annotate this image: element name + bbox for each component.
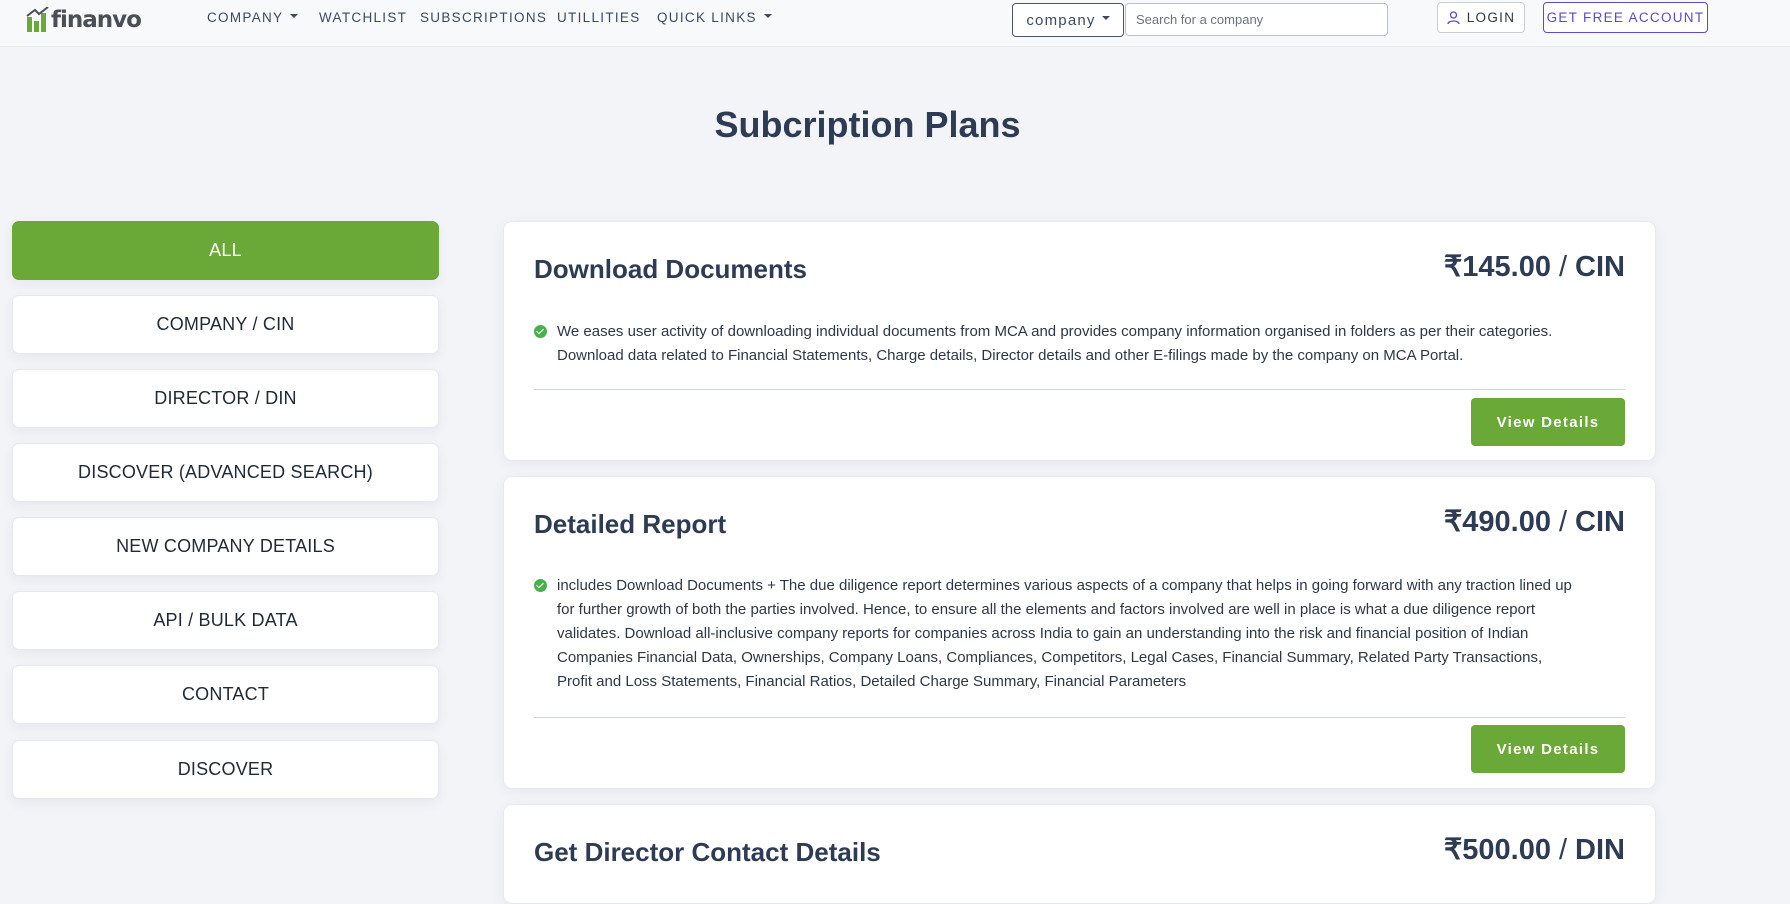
search-type-dropdown[interactable]: company — [1012, 3, 1124, 37]
view-details-button[interactable]: View Details — [1471, 725, 1625, 773]
login-button[interactable]: LOGIN — [1437, 2, 1525, 33]
finanvo-logo[interactable]: finanvo — [26, 5, 142, 35]
plan-price-amount: ₹145.00 — [1443, 251, 1551, 283]
page-title: Subcription Plans — [714, 104, 1021, 145]
category-all-button[interactable]: ALL — [12, 221, 439, 280]
chevron-down-icon — [763, 14, 772, 19]
price-separator: / — [1558, 834, 1568, 866]
category-director-din-button[interactable]: DIRECTOR / DIN — [12, 369, 439, 428]
logo-text: finanvo — [51, 7, 142, 33]
nav-subscriptions[interactable]: SUBSCRIPTIONS — [420, 10, 547, 25]
chevron-down-icon — [290, 14, 299, 19]
search-input[interactable] — [1125, 3, 1388, 36]
price-separator: / — [1558, 506, 1568, 538]
chevron-down-icon — [1101, 16, 1110, 20]
plan-card: Detailed Report ₹490.00/CIN includes Dow… — [503, 476, 1656, 789]
nav-quick-links[interactable]: QUICK LINKS — [657, 10, 772, 25]
check-circle-icon — [534, 325, 547, 338]
finanvo-logo-icon — [26, 7, 49, 32]
search-type-label: company — [1026, 11, 1096, 29]
plan-price: ₹500.00/DIN — [1444, 832, 1625, 867]
plan-title: Download Documents — [534, 254, 808, 284]
plan-title: Detailed Report — [534, 509, 727, 539]
plan-price: ₹145.00/CIN — [1444, 249, 1625, 284]
plan-price-amount: ₹500.00 — [1443, 834, 1551, 866]
get-free-account-label: GET FREE ACCOUNT — [1546, 10, 1705, 25]
plan-card: Download Documents ₹145.00/CIN We eases … — [503, 221, 1656, 461]
category-company-cin-button[interactable]: COMPANY / CIN — [12, 295, 439, 354]
category-discover-button[interactable]: DISCOVER — [12, 740, 439, 799]
get-free-account-button[interactable]: GET FREE ACCOUNT — [1543, 2, 1708, 33]
card-divider — [534, 389, 1625, 390]
plan-price-unit: CIN — [1575, 506, 1625, 538]
nav-subscriptions-label: SUBSCRIPTIONS — [420, 10, 548, 25]
nav-company[interactable]: COMPANY — [207, 10, 299, 25]
nav-company-label: COMPANY — [207, 10, 284, 25]
category-new-company-details-button[interactable]: NEW COMPANY DETAILS — [12, 517, 439, 576]
category-contact-button[interactable]: CONTACT — [12, 665, 439, 724]
login-label: LOGIN — [1466, 10, 1516, 25]
plan-feature: We eases user activity of downloading in… — [534, 320, 1575, 368]
check-circle-icon — [534, 579, 547, 592]
category-discover-advanced-button[interactable]: DISCOVER (ADVANCED SEARCH) — [12, 443, 439, 502]
price-separator: / — [1558, 251, 1568, 283]
top-navbar: finanvo COMPANY WATCHLIST SUBSCRIPTIONS … — [0, 0, 1790, 47]
nav-watchlist-label: WATCHLIST — [319, 10, 408, 25]
plan-feature-text: includes Download Documents + The due di… — [557, 577, 1572, 690]
nav-utilities-label: UTILLITIES — [557, 10, 641, 25]
plan-feature-text: We eases user activity of downloading in… — [557, 323, 1553, 364]
card-divider — [534, 717, 1625, 718]
plan-price-amount: ₹490.00 — [1443, 506, 1551, 538]
plan-feature: includes Download Documents + The due di… — [534, 574, 1575, 694]
nav-utilities[interactable]: UTILLITIES — [557, 10, 641, 25]
user-icon — [1447, 10, 1460, 24]
category-api-bulk-data-button[interactable]: API / BULK DATA — [12, 591, 439, 650]
nav-watchlist[interactable]: WATCHLIST — [319, 10, 407, 25]
nav-quick-links-label: QUICK LINKS — [657, 10, 757, 25]
plan-price-unit: CIN — [1575, 251, 1625, 283]
plan-title: Get Director Contact Details — [534, 837, 881, 867]
plan-card: Get Director Contact Details ₹500.00/DIN — [503, 804, 1656, 904]
view-details-button[interactable]: View Details — [1471, 398, 1625, 446]
plan-price-unit: DIN — [1575, 834, 1625, 866]
plan-price: ₹490.00/CIN — [1444, 504, 1625, 539]
